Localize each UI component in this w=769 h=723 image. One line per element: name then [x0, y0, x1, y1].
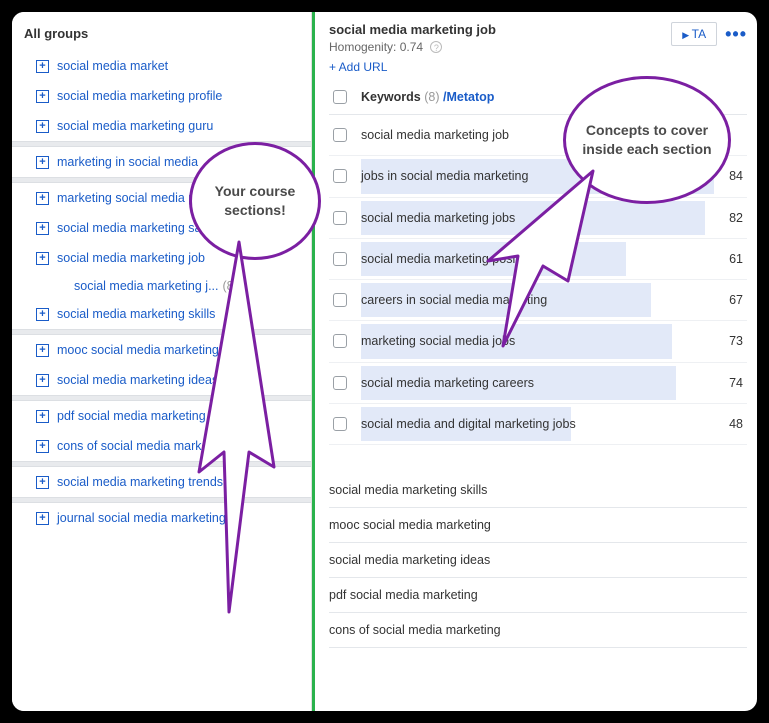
panel-title-block: social media marketing job Homogenity: 0…	[329, 22, 496, 54]
expand-icon[interactable]: +	[36, 156, 49, 169]
ta-button[interactable]: TA	[671, 22, 717, 46]
tree-label: social media marketing guru	[57, 119, 213, 133]
lower-item[interactable]: cons of social media marketing	[329, 613, 747, 648]
keyword-text: social media and digital marketing jobs	[361, 416, 693, 432]
expand-icon[interactable]: +	[36, 192, 49, 205]
row-checkbox[interactable]	[333, 128, 347, 142]
homog-label: Homogenity:	[329, 40, 396, 54]
callout-right: Concepts to cover inside each section	[563, 76, 731, 204]
row-checkbox[interactable]	[333, 334, 347, 348]
expand-icon[interactable]: +	[36, 60, 49, 73]
row-checkbox[interactable]	[333, 417, 347, 431]
keyword-value: 48	[693, 417, 743, 431]
keyword-value: 67	[693, 293, 743, 307]
keywords-header-label: Keywords (8) /Metatop	[361, 90, 494, 104]
tree-item[interactable]: + social media marketing profile	[12, 81, 311, 111]
lower-item[interactable]: pdf social media marketing	[329, 578, 747, 613]
expand-icon[interactable]: +	[36, 374, 49, 387]
keyword-text: social media marketing careers	[361, 375, 693, 391]
expand-icon[interactable]: +	[36, 476, 49, 489]
callout-tail-icon	[483, 171, 623, 361]
homogeneity: Homogenity: 0.74 ?	[329, 40, 496, 54]
sidebar-title: All groups	[12, 18, 311, 51]
lower-item[interactable]: social media marketing skills	[329, 473, 747, 508]
keyword-value: 74	[693, 376, 743, 390]
lower-item[interactable]: mooc social media marketing	[329, 508, 747, 543]
expand-icon[interactable]: +	[36, 512, 49, 525]
tree-label: social media market	[57, 59, 168, 73]
tree-label: social media marketing profile	[57, 89, 222, 103]
callout-text: Concepts to cover inside each section	[576, 121, 718, 159]
expand-icon[interactable]: +	[36, 120, 49, 133]
keyword-row[interactable]: social media marketing careers74	[329, 363, 747, 404]
kw-header-text: Keywords	[361, 90, 421, 104]
row-checkbox[interactable]	[333, 293, 347, 307]
keyword-row[interactable]: social media and digital marketing jobs4…	[329, 404, 747, 445]
tree-label: marketing in social media	[57, 155, 198, 169]
kw-header-count: (8)	[424, 90, 439, 104]
tree-item[interactable]: + social media market	[12, 51, 311, 81]
header-actions: TA •••	[671, 22, 747, 46]
sidebar-group: + social media market + social media marke…	[12, 51, 311, 141]
callout-text: Your course sections!	[202, 182, 308, 220]
panel-title: social media marketing job	[329, 22, 496, 37]
keyword-value: 82	[693, 211, 743, 225]
expand-icon[interactable]: +	[36, 410, 49, 423]
more-menu-icon[interactable]: •••	[725, 24, 747, 45]
app-frame: All groups + social media market + social …	[10, 10, 759, 713]
tree-item[interactable]: + social media marketing guru	[12, 111, 311, 141]
expand-icon[interactable]: +	[36, 252, 49, 265]
keyword-value: 61	[693, 252, 743, 266]
expand-icon[interactable]: +	[36, 344, 49, 357]
select-all-checkbox[interactable]	[333, 90, 347, 104]
add-url-link[interactable]: + Add URL	[329, 60, 747, 74]
homog-value: 0.74	[400, 40, 423, 54]
expand-icon[interactable]: +	[36, 90, 49, 103]
callout-left: Your course sections!	[189, 142, 321, 260]
lower-item[interactable]: social media marketing ideas	[329, 543, 747, 578]
expand-icon[interactable]: +	[36, 222, 49, 235]
row-checkbox[interactable]	[333, 252, 347, 266]
lower-list: social media marketing skills mooc socia…	[329, 473, 747, 648]
kw-header-meta[interactable]: /Metatop	[443, 90, 494, 104]
row-checkbox[interactable]	[333, 376, 347, 390]
keyword-value: 73	[693, 334, 743, 348]
callout-tail-icon	[179, 242, 299, 622]
help-icon[interactable]: ?	[430, 41, 442, 53]
panel-header: social media marketing job Homogenity: 0…	[329, 22, 747, 54]
row-checkbox[interactable]	[333, 169, 347, 183]
expand-icon[interactable]: +	[36, 440, 49, 453]
row-checkbox[interactable]	[333, 211, 347, 225]
expand-icon[interactable]: +	[36, 308, 49, 321]
